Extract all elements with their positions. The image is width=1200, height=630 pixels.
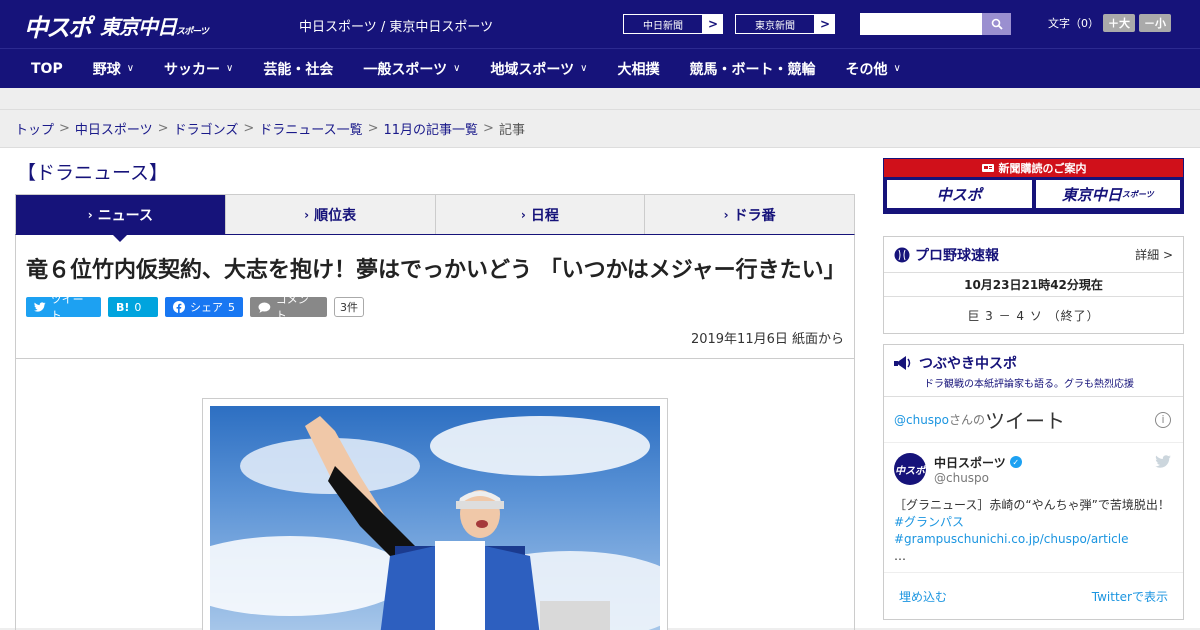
facebook-share-button[interactable]: シェア 5 <box>165 297 243 317</box>
section-title: 【ドラニュース】 <box>17 161 169 184</box>
twitter-widget-header: つぶやき中スポ ドラ観戦の本紙評論家も語る。グラも熱烈応援 <box>884 345 1183 397</box>
nav-item-racing[interactable]: 競馬・ボート・競輪 <box>675 59 831 79</box>
baseball-scores-title: プロ野球速報 <box>915 247 999 264</box>
search-box <box>860 13 1011 35</box>
site-logo[interactable]: 中スポ 東京中日スポーツ <box>24 8 209 43</box>
twitter-widget-subtitle: ドラ観戦の本紙評論家も語る。グラも熱烈応援 <box>924 379 1134 390</box>
chevron-down-icon: ∨ <box>453 63 461 74</box>
share-bar: ツイート B! 0 シェア 5 コメント 3件 <box>26 293 844 322</box>
article-headline: 竜６位竹内仮契約、大志を抱け！夢はでっかいどう 「いつかはメジャー行きたい」 <box>26 258 846 283</box>
twitter-widget-footer: 埋め込む Twitterで表示 <box>884 573 1183 619</box>
header-spacer <box>0 88 1200 110</box>
speech-bubble-icon <box>258 301 271 313</box>
verified-badge-icon: ✓ <box>1009 456 1022 468</box>
twitter-bird-icon <box>1155 455 1171 472</box>
article-photo[interactable] <box>210 406 660 630</box>
chunichi-shimbun-link[interactable]: 中日新聞 > <box>622 13 724 35</box>
tab-schedule[interactable]: › 日程 <box>435 195 646 234</box>
nav-item-top[interactable]: TOP <box>16 61 78 77</box>
score-timestamp: 10月23日21時42分現在 <box>884 273 1183 297</box>
chevron-down-icon: ∨ <box>893 63 901 74</box>
comment-button[interactable]: コメント <box>250 293 327 322</box>
twitter-widget-title: つぶやき中スポ <box>919 356 1017 372</box>
tweet-text: ［グラニュース］赤崎の“やんちゃ弾”で苦境脱出！#グランパス #grampusc… <box>894 498 1170 563</box>
embed-link[interactable]: 埋め込む <box>899 588 947 605</box>
search-icon <box>991 18 1003 30</box>
avatar[interactable]: 中スポ <box>894 453 926 485</box>
twitter-bird-icon <box>34 302 46 312</box>
game-score[interactable]: 巨 3 － 4 ソ （終了） <box>884 297 1183 333</box>
twitter-widget: つぶやき中スポ ドラ観戦の本紙評論家も語る。グラも熱烈応援 @chuspo さん… <box>883 344 1184 620</box>
baseball-icon <box>894 247 910 262</box>
subscription-banner[interactable]: 新聞購読のご案内 中スポ 東京中日 スポーツ <box>883 158 1184 214</box>
chevron-right-icon: › <box>520 207 526 222</box>
subscribe-chuspo-logo[interactable]: 中スポ <box>887 180 1032 208</box>
chevron-right-icon: > <box>707 17 719 31</box>
tab-news[interactable]: › ニュース <box>16 195 226 242</box>
breadcrumb: トップ > 中日スポーツ > ドラゴンズ > ドラニュース一覧 > 11月の記事一覧 > … <box>0 110 1200 148</box>
nav-item-sumo[interactable]: 大相撲 <box>603 59 675 79</box>
nav-item-regional-sports[interactable]: 地域スポーツ ∨ <box>475 59 602 79</box>
newspaper-icon <box>981 164 994 172</box>
tweet-links[interactable]: #グランパス #grampuschunichi.co.jp/chuspo/art… <box>894 515 1128 546</box>
breadcrumb-november-list[interactable]: 11月の記事一覧 <box>384 119 479 138</box>
search-button[interactable] <box>982 13 1011 35</box>
nav-item-soccer[interactable]: サッカー ∨ <box>149 59 248 79</box>
article-date: 2019年11月6日 紙面から <box>690 332 844 347</box>
subscribe-tokyo-chunichi-logo[interactable]: 東京中日 スポーツ <box>1035 180 1180 208</box>
chevron-right-icon: > <box>819 17 831 31</box>
nav-item-baseball[interactable]: 野球 ∨ <box>78 59 149 79</box>
breadcrumb-dra-news-list[interactable]: ドラニュース一覧 <box>259 119 362 138</box>
tweet-button[interactable]: ツイート <box>26 293 101 322</box>
tweet-author-name[interactable]: 中日スポーツ ✓ <box>934 454 1022 471</box>
font-larger-button[interactable]: ＋大 <box>1103 14 1135 32</box>
tab-beat-reporter[interactable]: › ドラ番 <box>645 195 854 234</box>
baseball-scores-header: プロ野球速報 詳細 > <box>884 237 1183 273</box>
chevron-right-icon: › <box>723 207 729 222</box>
chevron-down-icon: ∨ <box>226 63 234 74</box>
logo-chuspo[interactable]: 中スポ <box>24 8 92 43</box>
logo-tokyo-chunichi[interactable]: 東京中日スポーツ <box>100 11 209 40</box>
hatena-bookmark-button[interactable]: B! 0 <box>108 297 158 317</box>
baseball-details-link[interactable]: 詳細 > <box>1135 246 1173 263</box>
breadcrumb-top[interactable]: トップ <box>15 119 54 138</box>
top-header: 中スポ 東京中日スポーツ 中日スポーツ / 東京中日スポーツ 中日新聞 > 東京… <box>0 0 1200 48</box>
breadcrumb-dragons[interactable]: ドラゴンズ <box>174 119 239 138</box>
comment-count[interactable]: 3件 <box>334 297 364 317</box>
chevron-down-icon: ∨ <box>580 63 588 74</box>
font-size-label: 文字（0） <box>1048 17 1099 30</box>
font-smaller-button[interactable]: －小 <box>1139 14 1171 32</box>
breadcrumb-current: 記事 <box>498 123 525 138</box>
tab-standings[interactable]: › 順位表 <box>225 195 436 234</box>
breadcrumb-chunichi-sports[interactable]: 中日スポーツ <box>75 119 153 138</box>
nav-item-general-sports[interactable]: 一般スポーツ ∨ <box>348 59 475 79</box>
nav-item-other[interactable]: その他 ∨ <box>831 59 916 79</box>
tweets-heading: ツイート <box>985 409 1066 433</box>
article-divider <box>16 358 854 359</box>
megaphone-icon <box>894 356 911 370</box>
twitter-timeline-header: @chuspo さんの ツイート i <box>884 397 1183 443</box>
article-photo-frame <box>202 398 668 630</box>
search-input[interactable] <box>860 13 982 35</box>
sidebar: 新聞購読のご案内 中スポ 東京中日 スポーツ プロ野球速報 詳細 > 10月23日… <box>883 158 1184 620</box>
player-photo-illustration <box>210 416 660 630</box>
tweet-author-handle[interactable]: @chuspo <box>934 471 1022 485</box>
chevron-right-icon: › <box>87 207 93 222</box>
chevron-right-icon: › <box>304 207 310 222</box>
site-title[interactable]: 中日スポーツ / 東京中日スポーツ <box>299 16 493 35</box>
nav-item-entertainment[interactable]: 芸能・社会 <box>248 59 348 79</box>
content-wrap: 【ドラニュース】 › ニュース › 順位表 › 日程 › ドラ番 竜６位竹内仮契約、大志… <box>0 148 1200 630</box>
view-on-twitter-link[interactable]: Twitterで表示 <box>1092 588 1168 605</box>
section-tabs: › ニュース › 順位表 › 日程 › ドラ番 <box>15 194 855 242</box>
tokyo-shimbun-link[interactable]: 東京新聞 > <box>734 13 836 35</box>
facebook-icon <box>173 301 185 313</box>
global-nav: TOP 野球 ∨ サッカー ∨ 芸能・社会 一般スポーツ ∨ 地域スポーツ ∨ 大相撲 … <box>0 48 1200 88</box>
font-size-control: 文字（0） ＋大 －小 <box>1048 14 1171 32</box>
info-icon[interactable]: i <box>1155 411 1171 428</box>
tweet[interactable]: 中スポ 中日スポーツ ✓ @chuspo ［グラニュース］赤崎の“やんちゃ弾”で苦… <box>884 443 1183 573</box>
twitter-handle-link[interactable]: @chuspo <box>894 413 949 427</box>
baseball-scores-box: プロ野球速報 詳細 > 10月23日21時42分現在 巨 3 － 4 ソ （終了… <box>883 236 1184 334</box>
chevron-down-icon: ∨ <box>126 63 135 74</box>
subscription-title: 新聞購読のご案内 <box>884 159 1183 177</box>
